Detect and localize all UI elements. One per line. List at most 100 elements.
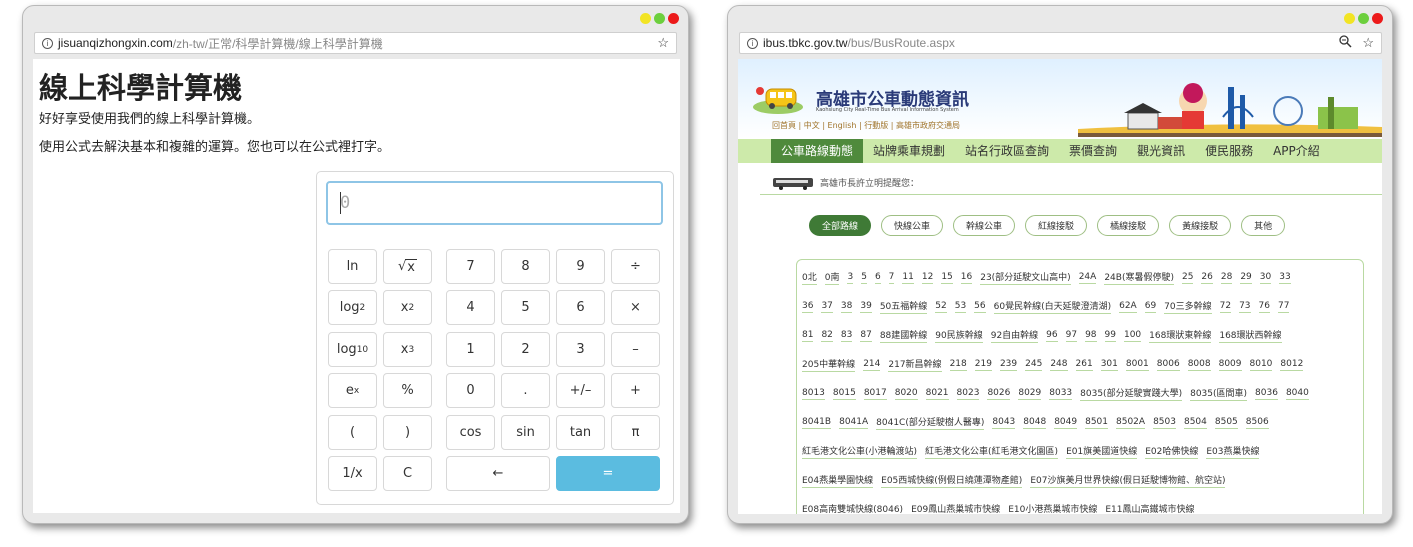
- route-link[interactable]: 8041C(部分延駛樹人醫專): [876, 415, 985, 430]
- nav-app[interactable]: APP介紹: [1263, 139, 1330, 163]
- key-9[interactable]: 9: [556, 249, 605, 284]
- route-link[interactable]: 219: [974, 359, 992, 371]
- route-link[interactable]: 239: [999, 359, 1018, 371]
- key-1[interactable]: 1: [446, 332, 495, 367]
- route-link[interactable]: 72: [1219, 301, 1232, 313]
- nav-bus-route[interactable]: 公車路線動態: [771, 139, 864, 163]
- site-top-links[interactable]: 回首頁 | 中文 | English | 行動版 | 高雄市政府交通局: [772, 120, 960, 131]
- route-link[interactable]: 205中華幹線: [802, 357, 856, 372]
- route-link[interactable]: 8501: [1085, 417, 1108, 429]
- route-link[interactable]: 99: [1104, 330, 1116, 342]
- route-link[interactable]: 52: [935, 301, 947, 313]
- address-bar[interactable]: i ibus.tbkc.gov.tw/bus/BusRoute.aspx ☆: [739, 32, 1382, 54]
- address-bar[interactable]: i jisuanqizhongxin.com/zh-tw/正常/科學計算機/線上…: [34, 32, 677, 54]
- route-link[interactable]: 6: [874, 272, 881, 284]
- route-link[interactable]: 96: [1046, 330, 1058, 342]
- route-link[interactable]: 15: [941, 272, 953, 284]
- minimize-button[interactable]: [1344, 13, 1355, 24]
- filter-orange[interactable]: 橘線接駁: [1097, 215, 1160, 236]
- route-link[interactable]: 261: [1075, 359, 1093, 371]
- square-button[interactable]: x2: [383, 290, 432, 325]
- info-icon[interactable]: i: [42, 37, 53, 49]
- route-link[interactable]: 11: [902, 272, 914, 284]
- route-link[interactable]: 217新昌幹線: [888, 357, 942, 372]
- route-link[interactable]: 36: [802, 301, 814, 313]
- route-link[interactable]: 168環狀東幹線: [1149, 328, 1212, 343]
- backspace-button[interactable]: ←: [446, 456, 550, 491]
- route-link[interactable]: 87: [860, 330, 872, 342]
- sqrt-button[interactable]: √ x: [383, 249, 432, 284]
- route-link[interactable]: 245: [1025, 359, 1043, 371]
- route-link[interactable]: 30: [1259, 272, 1272, 284]
- decimal-button[interactable]: .: [501, 373, 550, 408]
- route-link[interactable]: 8503: [1153, 417, 1176, 429]
- minimize-button[interactable]: [640, 13, 651, 24]
- divide-button[interactable]: ÷: [611, 249, 660, 284]
- route-link[interactable]: 7: [888, 272, 895, 284]
- route-link[interactable]: 8008: [1187, 359, 1211, 371]
- route-link[interactable]: 8041A: [839, 417, 869, 429]
- subtract-button[interactable]: –: [611, 332, 660, 367]
- route-link[interactable]: 8015: [832, 388, 856, 400]
- add-button[interactable]: +: [611, 373, 660, 408]
- route-link[interactable]: 77: [1277, 301, 1290, 313]
- bus-logo-icon[interactable]: [752, 83, 804, 115]
- route-link[interactable]: 8033: [1049, 388, 1073, 400]
- pi-button[interactable]: π: [611, 415, 660, 450]
- route-link[interactable]: 214: [863, 359, 881, 371]
- route-link[interactable]: 33: [1279, 272, 1291, 284]
- route-link[interactable]: 98: [1085, 330, 1097, 342]
- route-link[interactable]: 12: [921, 272, 934, 284]
- log2-button[interactable]: log 2: [328, 290, 377, 325]
- route-link[interactable]: 8020: [894, 388, 918, 400]
- route-link[interactable]: 218: [949, 359, 967, 371]
- route-link[interactable]: 100: [1123, 330, 1142, 342]
- route-link[interactable]: 8013: [802, 388, 825, 400]
- route-link[interactable]: 8043: [992, 417, 1016, 429]
- key-2[interactable]: 2: [501, 332, 550, 367]
- nav-services[interactable]: 便民服務: [1195, 139, 1263, 163]
- route-link[interactable]: 39: [860, 301, 872, 313]
- negate-button[interactable]: +/–: [556, 373, 605, 408]
- filter-red[interactable]: 紅線接駁: [1025, 215, 1088, 236]
- route-link[interactable]: 56: [974, 301, 986, 313]
- route-link[interactable]: 29: [1240, 272, 1252, 284]
- route-link[interactable]: 8504: [1183, 417, 1207, 429]
- filter-yellow[interactable]: 黃線接駁: [1169, 215, 1232, 236]
- route-link[interactable]: 26: [1201, 272, 1213, 284]
- route-link[interactable]: 248: [1050, 359, 1068, 371]
- route-link[interactable]: E09鳳山燕巢城市快線: [911, 502, 1000, 514]
- route-link[interactable]: 70三多幹線: [1164, 299, 1212, 314]
- route-link[interactable]: 53: [954, 301, 967, 313]
- route-link[interactable]: 81: [802, 330, 814, 342]
- multiply-button[interactable]: ×: [611, 290, 660, 325]
- zoom-icon[interactable]: [1339, 35, 1352, 51]
- route-link[interactable]: 28: [1220, 272, 1233, 284]
- route-link[interactable]: 8040: [1285, 388, 1309, 400]
- clear-button[interactable]: C: [383, 456, 432, 491]
- route-link[interactable]: E10小港燕巢城市快線: [1008, 502, 1097, 514]
- route-link[interactable]: 69: [1144, 301, 1157, 313]
- route-link[interactable]: 8012: [1280, 359, 1304, 371]
- route-link[interactable]: 92自由幹線: [990, 328, 1039, 343]
- nav-district-search[interactable]: 站名行政區查詢: [955, 139, 1059, 163]
- filter-express[interactable]: 快線公車: [881, 215, 944, 236]
- key-4[interactable]: 4: [446, 290, 495, 325]
- close-button[interactable]: [1372, 13, 1383, 24]
- close-button[interactable]: [668, 13, 679, 24]
- reciprocal-button[interactable]: 1/x: [328, 456, 377, 491]
- maximize-button[interactable]: [1358, 13, 1369, 24]
- formula-input[interactable]: 0: [326, 181, 663, 225]
- route-link[interactable]: E07沙旗美月世界快線(假日延駛博物館、航空站): [1030, 473, 1226, 488]
- cos-button[interactable]: cos: [446, 415, 495, 450]
- route-link[interactable]: 8021: [925, 388, 949, 400]
- route-link[interactable]: 168環狀西幹線: [1219, 328, 1282, 343]
- route-link[interactable]: 8035(部分延駛實踐大學): [1080, 386, 1183, 401]
- key-6[interactable]: 6: [556, 290, 605, 325]
- right-paren-button[interactable]: ): [383, 415, 432, 450]
- route-link[interactable]: 37: [821, 301, 833, 313]
- left-paren-button[interactable]: (: [328, 415, 377, 450]
- log10-button[interactable]: log 10: [328, 332, 377, 367]
- bookmark-star-icon[interactable]: ☆: [657, 35, 669, 51]
- route-link[interactable]: E08高南雙城快線(8046): [802, 502, 903, 514]
